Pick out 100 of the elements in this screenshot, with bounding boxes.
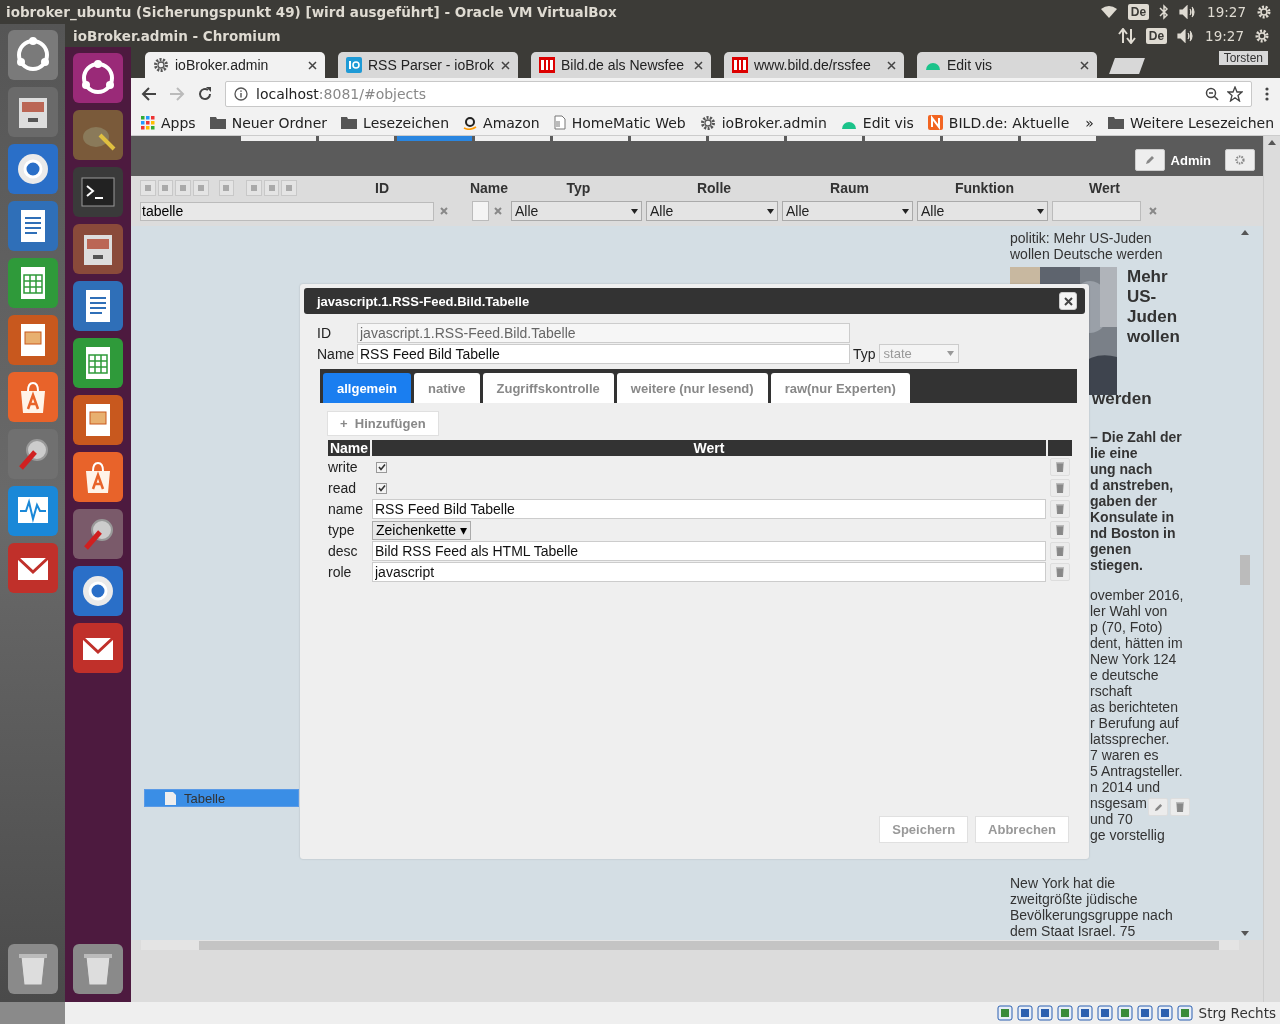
clear-filter-button[interactable] (1149, 207, 1157, 215)
reload-icon[interactable] (197, 86, 213, 102)
name-field[interactable]: RSS Feed Bild Tabelle (357, 343, 850, 364)
type-select[interactable]: Zeichenkette ▾ (372, 520, 472, 540)
bookmark-folder[interactable]: Weitere Lesezeichen (1107, 114, 1275, 131)
delete-button[interactable] (1050, 500, 1070, 518)
id-field[interactable]: javascript.1.RSS-Feed.Bild.Tabelle (357, 322, 850, 343)
back-icon[interactable] (141, 86, 157, 102)
delete-button[interactable] (1050, 521, 1070, 539)
column-header[interactable]: ID (297, 180, 467, 196)
edit-button[interactable] (1148, 798, 1168, 816)
column-header: Wert (372, 440, 1046, 456)
clock[interactable]: 19:27 (1205, 27, 1244, 44)
bookmark[interactable]: Apps (141, 114, 196, 131)
keyboard-layout[interactable]: De (1127, 4, 1150, 20)
page-icon (553, 115, 566, 130)
filter-select[interactable]: Alle (917, 201, 1048, 221)
speaker-icon[interactable] (1177, 28, 1196, 43)
browser-tab[interactable]: www.bild.de/rssfee (724, 52, 904, 78)
article-text: New York 124 (1090, 651, 1177, 667)
gear-icon (699, 114, 716, 131)
filter-select[interactable]: Alle (646, 201, 778, 221)
close-icon[interactable] (887, 60, 896, 70)
bluetooth-icon[interactable] (1159, 4, 1170, 20)
user-button[interactable] (1134, 149, 1165, 171)
browser-tab[interactable]: RSS Parser - ioBrok (338, 52, 518, 78)
star-icon[interactable] (1227, 86, 1243, 102)
delete-button[interactable] (1050, 479, 1070, 497)
menu-icon[interactable] (1264, 86, 1270, 102)
property-name: type (328, 521, 356, 540)
new-tab-button[interactable] (1109, 58, 1145, 74)
filter-select[interactable]: Alle (782, 201, 913, 221)
delete-button[interactable] (1170, 798, 1190, 816)
caret-icon (767, 208, 774, 214)
column-header[interactable]: Raum (782, 180, 917, 196)
value-field[interactable]: RSS Feed Bild Tabelle (372, 499, 1046, 519)
add-button[interactable]: + Hinzufügen (327, 411, 439, 436)
close-icon[interactable] (501, 60, 510, 70)
bookmark[interactable]: Neuer Ordner (209, 114, 328, 131)
close-icon[interactable] (308, 60, 317, 70)
wifi-icon[interactable] (1099, 5, 1118, 19)
tab[interactable]: raw(nur Experten) (770, 373, 910, 403)
profile-button[interactable]: Torsten (1218, 51, 1268, 65)
keyboard-layout[interactable]: De (1145, 27, 1168, 44)
close-icon[interactable] (694, 60, 703, 70)
delete-button[interactable] (1050, 563, 1070, 581)
checkbox[interactable] (376, 482, 387, 494)
column-header[interactable]: Rolle (646, 180, 782, 196)
clear-filter-button[interactable] (494, 207, 502, 215)
article-text: r Berufung auf (1090, 715, 1179, 731)
column-header[interactable]: Typ (511, 180, 646, 196)
settings-icon[interactable] (1256, 4, 1272, 20)
article-headline: US- (1127, 287, 1158, 307)
browser-tab[interactable]: ioBroker.admin (145, 52, 325, 78)
filter-select[interactable]: Alle (511, 201, 642, 221)
settings-button[interactable] (1225, 149, 1255, 171)
name-filter-field[interactable] (472, 201, 489, 221)
zoom-icon[interactable] (1205, 87, 1219, 101)
bookmark[interactable]: HomeMatic Web (553, 114, 686, 131)
tab[interactable]: weitere (nur lesend) (616, 373, 768, 403)
tab[interactable]: native (413, 373, 480, 403)
bookmark[interactable]: Lesezeichen (341, 114, 450, 131)
delete-button[interactable] (1050, 458, 1070, 476)
article-text: p (70, Foto) (1090, 619, 1163, 635)
trash-icon (1056, 567, 1064, 577)
article-text: 5 Antragsteller. (1090, 763, 1183, 779)
browser-tab[interactable]: Edit vis (917, 52, 1097, 78)
speaker-icon[interactable] (1179, 5, 1198, 19)
bookmark[interactable]: BILD.de: Aktuelle (927, 114, 1070, 131)
close-button[interactable] (1059, 292, 1077, 310)
value-field[interactable]: Bild RSS Feed als HTML Tabelle (372, 541, 1046, 561)
column-header[interactable]: Funktion (917, 180, 1052, 196)
scrollbar[interactable] (141, 940, 1239, 950)
id-filter-field[interactable]: tabelle (140, 201, 434, 221)
close-icon[interactable] (1080, 60, 1089, 70)
column-header[interactable]: Name (467, 180, 511, 196)
file-icon (165, 791, 176, 805)
bookmark[interactable]: Amazon (463, 114, 540, 131)
trash-icon (1056, 483, 1064, 493)
clear-filter-button[interactable] (440, 207, 448, 215)
transfer-arrows-icon[interactable] (1117, 27, 1136, 44)
bookmark[interactable]: ioBroker.admin (699, 114, 827, 131)
column-header[interactable]: Wert (1052, 180, 1157, 196)
tree-item[interactable]: Tabelle (144, 789, 299, 807)
scrollbar[interactable] (1263, 136, 1280, 1002)
delete-button[interactable] (1050, 542, 1070, 560)
tab[interactable]: allgemein (323, 373, 411, 403)
tab[interactable]: Zugriffskontrolle (482, 373, 614, 403)
clock[interactable]: 19:27 (1207, 4, 1246, 20)
more-bookmarks-button[interactable]: » (1085, 114, 1094, 131)
value-field[interactable]: javascript (372, 562, 1046, 582)
article-headline: wollen (1127, 327, 1180, 347)
field-label: Typ (853, 345, 876, 362)
settings-icon[interactable] (1254, 27, 1270, 44)
bookmark[interactable]: Edit vis (840, 114, 914, 131)
value-filter-field[interactable] (1052, 201, 1142, 221)
info-icon[interactable] (234, 87, 248, 101)
checkbox[interactable] (376, 461, 387, 473)
address-bar[interactable]: localhost:8081/#objects (225, 81, 1252, 107)
browser-tab[interactable]: Bild.de als Newsfee (531, 52, 711, 78)
